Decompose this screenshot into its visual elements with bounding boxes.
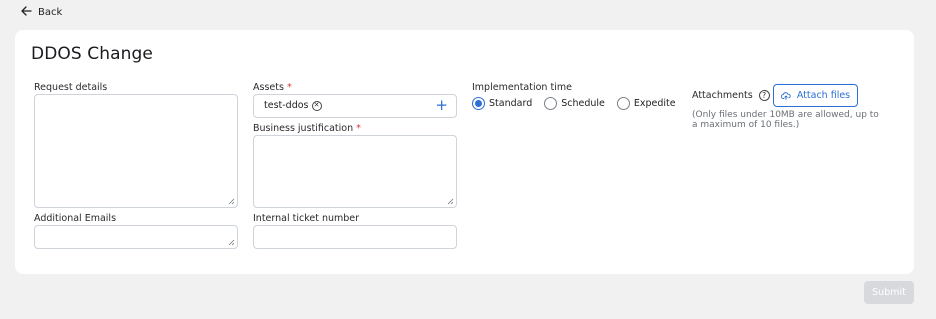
arrow-left-icon bbox=[20, 5, 32, 20]
resize-handle-icon[interactable] bbox=[447, 198, 454, 205]
implementation-time-radio-group: Standard Schedule Expedite bbox=[472, 97, 688, 110]
assets-label: Assets * bbox=[253, 82, 292, 93]
attach-files-label: Attach files bbox=[796, 90, 851, 101]
implementation-time-label: Implementation time bbox=[472, 82, 572, 93]
asset-chip-label: test-ddos bbox=[264, 100, 309, 111]
resize-handle-icon[interactable] bbox=[228, 239, 235, 246]
assets-input[interactable]: test-ddos ✕ + bbox=[253, 94, 457, 118]
radio-standard[interactable]: Standard bbox=[472, 97, 532, 110]
back-label: Back bbox=[38, 7, 63, 18]
radio-button[interactable] bbox=[616, 97, 630, 110]
asset-chip: test-ddos ✕ bbox=[264, 100, 322, 111]
attach-files-button[interactable]: Attach files bbox=[773, 84, 858, 107]
internal-ticket-label: Internal ticket number bbox=[253, 213, 360, 224]
form-card: DDOS Change Request details Additional E… bbox=[15, 30, 914, 274]
required-mark: * bbox=[356, 123, 361, 134]
internal-ticket-input[interactable] bbox=[253, 225, 457, 249]
business-justification-textarea[interactable] bbox=[253, 135, 457, 208]
remove-chip-icon[interactable]: ✕ bbox=[311, 100, 322, 111]
request-details-textarea[interactable] bbox=[34, 94, 238, 208]
back-link[interactable]: Back bbox=[20, 5, 62, 20]
attachments-note: (Only files under 10MB are allowed, up t… bbox=[692, 110, 879, 130]
radio-button[interactable] bbox=[472, 97, 485, 110]
additional-emails-textarea[interactable] bbox=[34, 225, 238, 249]
required-mark: * bbox=[286, 82, 292, 93]
submit-button[interactable]: Submit bbox=[864, 281, 914, 304]
attachments-label: Attachments ? bbox=[692, 90, 770, 101]
request-details-label: Request details bbox=[34, 82, 108, 93]
business-justification-label: Business justification * bbox=[253, 123, 361, 134]
resize-handle-icon[interactable] bbox=[228, 198, 235, 205]
upload-cloud-icon bbox=[780, 91, 791, 100]
radio-button[interactable] bbox=[544, 97, 558, 110]
add-asset-icon[interactable]: + bbox=[435, 96, 448, 114]
radio-label: Standard bbox=[489, 98, 533, 109]
radio-label: Schedule bbox=[561, 98, 605, 109]
additional-emails-label: Additional Emails bbox=[34, 213, 117, 224]
assets-label-text: Assets bbox=[253, 82, 284, 93]
radio-label: Expedite bbox=[633, 98, 676, 109]
business-justification-label-text: Business justification bbox=[253, 123, 354, 134]
help-icon[interactable]: ? bbox=[758, 90, 770, 101]
radio-schedule[interactable]: Schedule bbox=[544, 97, 605, 110]
attachments-label-text: Attachments bbox=[692, 90, 753, 101]
page-title: DDOS Change bbox=[31, 44, 153, 64]
radio-expedite[interactable]: Expedite bbox=[616, 97, 676, 110]
